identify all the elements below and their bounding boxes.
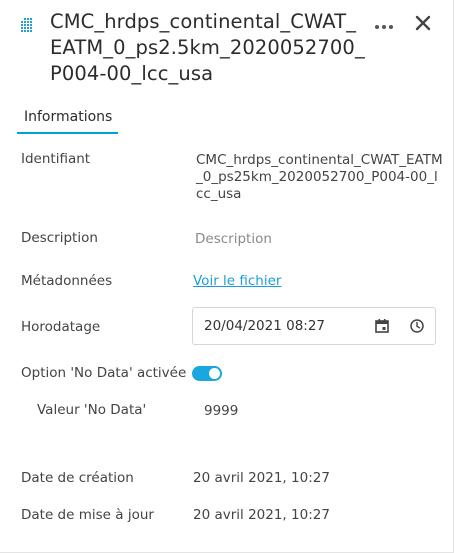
nodata-value-label: Valeur 'No Data' xyxy=(37,402,147,418)
timestamp-field[interactable]: 20/04/2021 08:27 xyxy=(192,307,436,345)
view-file-link[interactable]: Voir le fichier xyxy=(193,273,281,289)
updated-value: 20 avril 2021, 10:27 xyxy=(193,507,330,523)
toggle-knob xyxy=(209,368,220,379)
close-icon xyxy=(415,15,431,35)
layer-details-panel: CMC_hrdps_continental_CWAT_EATM_0_ps2.5k… xyxy=(0,0,454,553)
calendar-icon[interactable] xyxy=(374,318,390,334)
description-field[interactable]: Description xyxy=(195,231,272,247)
ellipsis-icon xyxy=(374,15,394,34)
timestamp-label: Horodatage xyxy=(21,319,101,335)
updated-label: Date de mise à jour xyxy=(21,507,154,523)
tab-bar: Informations xyxy=(0,104,454,136)
nodata-value: 9999 xyxy=(204,403,239,419)
nodata-option-label: Option 'No Data' activée xyxy=(21,365,187,381)
tab-informations[interactable]: Informations xyxy=(17,104,118,134)
created-value: 20 avril 2021, 10:27 xyxy=(193,470,330,486)
identifier-value: CMC_hrdps_continental_CWAT_EATM_0_ps25km… xyxy=(196,152,443,202)
timestamp-value: 20/04/2021 08:27 xyxy=(204,318,326,334)
tab-informations-label: Informations xyxy=(24,109,113,125)
close-button[interactable] xyxy=(411,13,435,37)
clock-icon[interactable] xyxy=(409,318,425,334)
layer-title: CMC_hrdps_continental_CWAT_EATM_0_ps2.5k… xyxy=(50,10,365,85)
nodata-toggle[interactable] xyxy=(192,366,222,381)
more-options-button[interactable] xyxy=(371,12,397,36)
metadata-label: Métadonnées xyxy=(21,273,113,289)
created-label: Date de création xyxy=(21,470,134,486)
description-label: Description xyxy=(21,230,98,246)
identifier-label: Identifiant xyxy=(21,151,91,167)
panel-header: CMC_hrdps_continental_CWAT_EATM_0_ps2.5k… xyxy=(0,0,454,100)
grid-layer-icon xyxy=(19,17,35,33)
